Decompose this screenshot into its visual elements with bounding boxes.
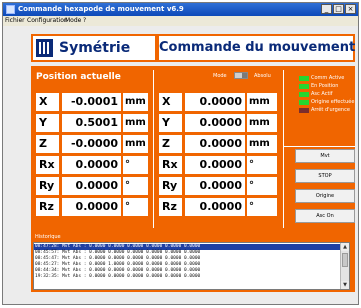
app-icon [6,5,15,14]
position-value: -0.0000 [62,135,121,153]
target-input[interactable]: 0.0000 [185,177,245,195]
axis-label: X [159,93,182,111]
status-label: Origine effectuée [311,99,355,105]
axis-label: Y [159,114,182,132]
unit-label: ° [247,177,277,195]
unit-label: mm [247,135,277,153]
stop-button[interactable]: STOP [295,169,355,183]
target-input[interactable]: 0.0000 [185,198,245,216]
status-label: Asc Actif [311,91,333,97]
axis-label: Y [36,114,59,132]
axis-label: Rx [159,156,182,174]
asc-on-button[interactable]: Asc On [295,209,355,223]
axis-label: Z [36,135,59,153]
status-led-icon [299,108,309,113]
position-value: 0.0000 [62,177,121,195]
unit-label: ° [123,198,148,216]
maximize-button[interactable]: □ [333,4,344,14]
position-panel: Position actuelle Mode Absolu X -0.0001 … [31,66,355,232]
menu-mode[interactable]: Mode [65,16,81,26]
menu-fichier[interactable]: Fichier [5,16,25,26]
unit-label: ° [247,156,277,174]
title-bar: Commande hexapode de mouvement v6.9 _ □ … [3,3,358,16]
minimize-button[interactable]: _ [321,4,332,14]
status-led-icon [299,92,309,97]
mode-label: Mode [213,73,227,79]
unit-label: mm [247,114,277,132]
page-title: Commande du mouvement [159,36,355,60]
status-label: En Position [311,83,339,89]
status-led-icon [299,76,309,81]
unit-label: mm [123,93,148,111]
absolute-label: Absolu [254,73,271,79]
scroll-up-icon[interactable]: ▲ [341,243,349,251]
axis-label: Ry [36,177,59,195]
menu-help[interactable]: ? [83,16,86,26]
status-label: Arrêt d'urgence [311,107,350,113]
unit-label: mm [123,135,148,153]
panel-divider-left [153,70,154,228]
mode-toggle-knob [242,73,247,78]
target-input[interactable]: 0.0000 [185,135,245,153]
position-value: 0.0000 [62,198,121,216]
unit-label: mm [123,114,148,132]
target-input[interactable]: 0.0000 [185,156,245,174]
target-input[interactable]: 0.0000 [185,93,245,111]
scroll-thumb[interactable] [342,253,348,267]
logo-mark-icon [36,39,53,57]
menu-configuration[interactable]: Configuration [27,16,68,26]
history-title: Historique [35,234,61,240]
panel-divider-right [283,70,284,228]
target-input[interactable]: 0.0000 [185,114,245,132]
history-log[interactable]: 08:47:28: Mvt Abs : 0.0000 0.0000 0.0000… [33,242,350,290]
status-label: Comm Active [311,75,345,81]
logo: Symétrie [33,36,155,60]
main-window: Commande hexapode de mouvement v6.9 _ □ … [2,2,359,305]
header-banner: Symétrie Commande du mouvement [31,34,355,62]
panel-divider-horizontal [283,146,355,147]
close-button[interactable]: × [345,4,356,14]
history-panel: Historique 08:47:28: Mvt Abs : 0.0000 0.… [31,232,355,292]
status-led-icon [299,84,309,89]
mvt-button[interactable]: Mvt [295,149,355,163]
origine-button[interactable]: Origine [295,189,355,203]
scroll-down-icon[interactable]: ▼ [341,281,349,289]
position-value: -0.0001 [62,93,121,111]
unit-label: ° [123,177,148,195]
unit-label: ° [247,198,277,216]
axis-label: Rx [36,156,59,174]
position-value: 0.0000 [62,156,121,174]
unit-label: ° [123,156,148,174]
position-value: 0.5001 [62,114,121,132]
position-title: Position actuelle [36,72,121,82]
axis-label: X [36,93,59,111]
history-scrollbar[interactable]: ▲ ▼ [340,243,349,289]
axis-label: Z [159,135,182,153]
log-line[interactable]: 19:32:35: Mvt Abs : 0.0000 0.0000 0.0000… [34,274,340,280]
mode-toggle[interactable] [234,72,248,79]
axis-label: Rz [159,198,182,216]
status-led-icon [299,100,309,105]
unit-label: mm [247,93,277,111]
window-title: Commande hexapode de mouvement v6.9 [18,5,184,13]
logo-text: Symétrie [59,40,131,56]
axis-label: Rz [36,198,59,216]
axis-label: Ry [159,177,182,195]
menu-bar: Fichier Configuration Mode ? [3,16,358,26]
